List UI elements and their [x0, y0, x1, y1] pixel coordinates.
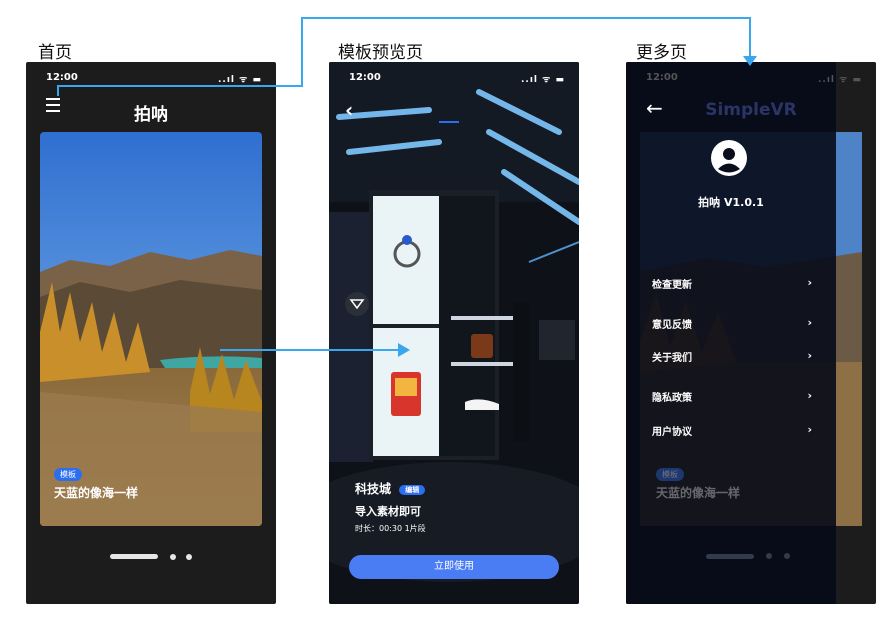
- menu-item-label: 用户协议: [652, 427, 692, 438]
- pager-dot: [186, 554, 192, 560]
- menu-item-feedback[interactable]: 意见反馈 ›: [652, 316, 812, 332]
- pager-dot: [784, 553, 790, 559]
- template-tag: 模板: [54, 468, 82, 481]
- status-bar: 12:00 ..ıl ᯤ ▬: [46, 72, 262, 86]
- app-title: SimpleVR: [705, 100, 797, 120]
- pager-dot: [170, 554, 176, 560]
- status-time: 12:00: [46, 72, 78, 83]
- screen-label-home: 首页: [38, 43, 72, 63]
- status-bar: 12:00 ..ıl ᯤ ▬: [646, 72, 862, 86]
- menu-item-label: 检查更新: [652, 280, 692, 291]
- status-icons: ..ıl ᯤ ▬: [818, 75, 862, 85]
- pager-dot: [766, 553, 772, 559]
- template-card[interactable]: 模板 天蓝的像海一样: [40, 132, 262, 526]
- pager-active: [110, 554, 158, 559]
- status-time: 12:00: [349, 72, 381, 83]
- screen-label-template: 模板预览页: [338, 43, 423, 63]
- chevron-left-icon[interactable]: ‹: [345, 98, 353, 122]
- user-avatar-icon[interactable]: [711, 140, 747, 176]
- card-caption: 天蓝的像海一样: [656, 486, 741, 500]
- more-screen: 12:00 ..ıl ᯤ ▬ SimpleVR ← 拍呐 V1.0.1 检查更新…: [626, 62, 876, 604]
- arrow-left-icon[interactable]: ←: [646, 96, 663, 120]
- landscape-photo: [40, 132, 262, 526]
- use-now-button[interactable]: 立即使用: [349, 555, 559, 579]
- chevron-right-icon: ›: [807, 276, 812, 289]
- screen-label-more: 更多页: [636, 43, 687, 63]
- template-tag: 模板: [656, 468, 684, 481]
- card-caption: 天蓝的像海一样: [54, 486, 139, 500]
- status-icons: ..ıl ᯤ ▬: [521, 75, 565, 85]
- home-title: 拍呐: [134, 105, 168, 125]
- menu-item-label: 关于我们: [652, 353, 692, 364]
- template-meta: 时长：00:30 1片段: [355, 524, 426, 533]
- chevron-right-icon: ›: [807, 389, 812, 402]
- menu-item-label: 意见反馈: [652, 320, 692, 331]
- template-name: 科技城 编辑: [355, 480, 426, 497]
- menu-item-about[interactable]: 关于我们 ›: [652, 349, 812, 365]
- template-preview-screen: 12:00 ..ıl ᯤ ▬ ‹ 科技城 编辑 导入素材即可 时长：00:30 …: [329, 62, 579, 604]
- status-bar: 12:00 ..ıl ᯤ ▬: [349, 72, 565, 86]
- chevron-right-icon: ›: [807, 316, 812, 329]
- menu-item-label: 隐私政策: [652, 393, 692, 404]
- menu-item-agreement[interactable]: 用户协议 ›: [652, 423, 812, 439]
- menu-item-privacy[interactable]: 隐私政策 ›: [652, 389, 812, 405]
- status-icons: ..ıl ᯤ ▬: [218, 75, 262, 85]
- status-time: 12:00: [646, 72, 678, 83]
- template-subtitle: 导入素材即可: [355, 505, 421, 518]
- chevron-right-icon: ›: [807, 349, 812, 362]
- home-screen: 12:00 ..ıl ᯤ ▬ 拍呐 模板 天蓝的像海一样: [26, 62, 276, 604]
- app-version: 拍呐 V1.0.1: [698, 196, 764, 209]
- template-name-text: 科技城: [355, 482, 392, 496]
- menu-item-check-update[interactable]: 检查更新 ›: [652, 276, 812, 292]
- pager-active: [706, 554, 754, 559]
- chevron-right-icon: ›: [807, 423, 812, 436]
- edit-badge: 编辑: [399, 485, 426, 495]
